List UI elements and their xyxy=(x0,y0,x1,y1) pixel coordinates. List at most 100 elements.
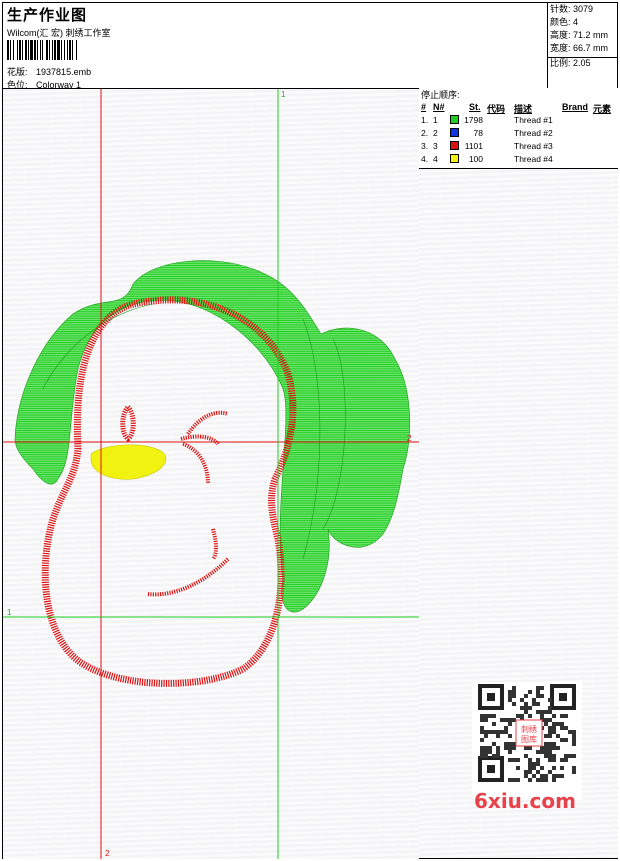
col-num: # xyxy=(421,102,427,112)
qr-module xyxy=(544,722,548,726)
qr-module xyxy=(536,694,540,698)
qr-module xyxy=(556,734,560,738)
qr-module xyxy=(512,686,516,690)
table-row[interactable]: 4. 4 100 Thread #4 xyxy=(419,154,618,167)
qr-module xyxy=(516,758,520,762)
qr-module xyxy=(552,742,556,746)
col-desc: 描述 xyxy=(514,104,533,114)
qr-module xyxy=(544,754,548,758)
qr-module xyxy=(480,738,484,742)
qr-module xyxy=(492,722,496,726)
qr-module xyxy=(512,746,516,750)
qr-module xyxy=(524,706,528,710)
qr-module xyxy=(548,754,552,758)
stats-panel: 针数: 3079 颜色: 4 高度: 71.2 mm 宽度: 66.7 mm 比… xyxy=(547,3,618,88)
qr-module xyxy=(544,750,548,754)
qr-module xyxy=(536,690,540,694)
qr-module xyxy=(560,758,564,762)
qr-module xyxy=(552,714,556,718)
qr-module xyxy=(540,686,544,690)
qr-module xyxy=(488,714,492,718)
qr-module xyxy=(528,762,532,766)
qr-module xyxy=(512,718,516,722)
table-row[interactable]: 3. 3 1101 Thread #3 xyxy=(419,141,618,154)
qr-module xyxy=(528,714,532,718)
qr-module xyxy=(532,702,536,706)
qr-module xyxy=(484,714,488,718)
qr-module xyxy=(552,778,556,782)
qr-module xyxy=(548,770,552,774)
qr-module xyxy=(552,730,556,734)
qr-module xyxy=(532,766,536,770)
qr-module xyxy=(544,774,548,778)
qr-module xyxy=(500,730,504,734)
qr-module xyxy=(508,690,512,694)
qr-module xyxy=(516,778,520,782)
qr-module xyxy=(548,710,552,714)
qr-module xyxy=(512,690,516,694)
qr-module xyxy=(560,726,564,730)
qr-module xyxy=(540,694,544,698)
qr-stamp-bottom: 图库 xyxy=(521,734,537,744)
table-row[interactable]: 1. 1 1798 Thread #1 xyxy=(419,115,618,128)
marker-right: 2 xyxy=(407,434,412,443)
design-height: 71.2 mm xyxy=(573,30,609,40)
qr-module xyxy=(512,778,516,782)
qr-module xyxy=(504,730,508,734)
col-brand: Brand xyxy=(562,102,589,112)
qr-module xyxy=(520,706,524,710)
design-canvas[interactable]: 1 2 1 2 xyxy=(3,88,420,859)
red-mouth xyxy=(147,528,230,597)
qr-module xyxy=(520,714,524,718)
qr-module xyxy=(536,750,540,754)
qr-module xyxy=(524,770,528,774)
qr-module xyxy=(528,690,532,694)
stats-divider xyxy=(548,57,618,71)
qr-module xyxy=(480,730,484,734)
qr-module xyxy=(496,746,500,750)
qr-stamp-top: 刺绣 xyxy=(521,724,537,734)
yellow-nose xyxy=(90,444,167,480)
qr-module xyxy=(504,726,508,730)
table-row[interactable]: 2. 2 78 Thread #2 xyxy=(419,128,618,141)
qr-module xyxy=(572,766,576,770)
qr-module xyxy=(524,754,528,758)
col-n: N# xyxy=(433,102,445,112)
qr-module xyxy=(564,726,568,730)
qr-module xyxy=(512,742,516,746)
qr-module xyxy=(528,706,532,710)
watermark-site[interactable]: 6xiu.com xyxy=(474,789,576,813)
qr-module xyxy=(544,718,548,722)
qr-module xyxy=(556,722,560,726)
qr-module xyxy=(548,706,552,710)
qr-module xyxy=(548,742,552,746)
qr-module xyxy=(536,686,540,690)
qr-module xyxy=(560,774,564,778)
qr-module xyxy=(508,698,512,702)
color-swatch xyxy=(450,141,459,150)
design-width: 66.7 mm xyxy=(573,43,609,53)
red-eye-left xyxy=(120,403,136,443)
qr-module xyxy=(540,714,544,718)
page-title: 生产作业图 xyxy=(7,7,88,24)
qr-module xyxy=(496,754,500,758)
colors-row: 颜色: 4 xyxy=(550,17,579,27)
qr-module xyxy=(488,746,492,750)
qr-module xyxy=(552,774,556,778)
qr-module xyxy=(548,746,552,750)
qr-module xyxy=(548,718,552,722)
qr-module xyxy=(492,714,496,718)
qr-module xyxy=(544,742,548,746)
color-swatch xyxy=(450,154,459,163)
qr-module xyxy=(508,742,512,746)
qr-module xyxy=(528,770,532,774)
color-count: 4 xyxy=(573,17,579,27)
qr-module xyxy=(480,714,484,718)
qr-module xyxy=(528,766,532,770)
qr-module xyxy=(520,698,524,702)
qr-module xyxy=(544,778,548,782)
qr-module xyxy=(560,766,564,770)
qr-module xyxy=(548,750,552,754)
marker-top: 1 xyxy=(281,90,286,99)
qr-module xyxy=(492,730,496,734)
